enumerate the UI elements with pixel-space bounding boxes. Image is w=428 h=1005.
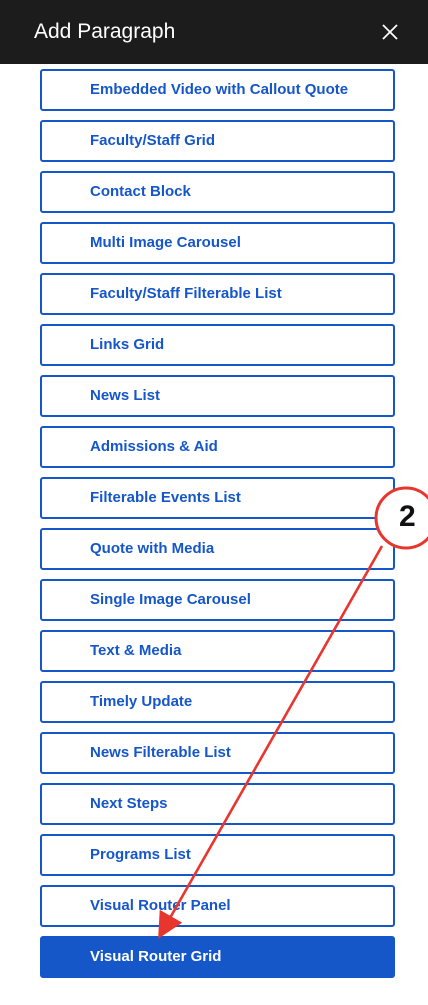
option-label: Faculty/Staff Grid [90, 132, 216, 149]
option-label: Next Steps [90, 795, 168, 812]
option-label: Visual Router Panel [90, 897, 231, 914]
paragraph-option-next-steps[interactable]: Next Steps [40, 783, 395, 825]
option-label: Links Grid [90, 336, 165, 353]
add-paragraph-dialog: Add Paragraph Embedded Video with Callou… [0, 0, 428, 1005]
paragraph-option-links-grid[interactable]: Links Grid [40, 324, 395, 366]
close-icon[interactable] [375, 17, 405, 47]
paragraph-option-visual-router-grid[interactable]: Visual Router Grid [40, 936, 395, 978]
paragraph-option-faculty-staff-filterable-list[interactable]: Faculty/Staff Filterable List [40, 273, 395, 315]
option-label: News Filterable List [90, 744, 231, 761]
paragraph-option-filterable-events-list[interactable]: Filterable Events List [40, 477, 395, 519]
paragraph-option-visual-router-panel[interactable]: Visual Router Panel [40, 885, 395, 927]
option-label: Admissions & Aid [90, 438, 218, 455]
paragraph-option-multi-image-carousel[interactable]: Multi Image Carousel [40, 222, 395, 264]
option-label: Contact Block [90, 183, 191, 200]
step-number: 2 [399, 500, 416, 533]
option-label: Faculty/Staff Filterable List [90, 285, 282, 302]
paragraph-option-news-list[interactable]: News List [40, 375, 395, 417]
option-label: Quote with Media [90, 540, 215, 557]
dialog-title: Add Paragraph [34, 20, 176, 43]
paragraph-option-embedded-video[interactable]: Embedded Video with Callout Quote [40, 69, 395, 111]
option-label: Filterable Events List [90, 489, 241, 506]
option-label: News List [90, 387, 161, 404]
option-label: Visual Router Grid [90, 948, 222, 965]
option-label: Single Image Carousel [90, 591, 251, 608]
option-label: Multi Image Carousel [90, 234, 241, 251]
option-label: Text & Media [90, 642, 182, 659]
paragraph-option-faculty-staff-grid[interactable]: Faculty/Staff Grid [40, 120, 395, 162]
paragraph-option-contact-block[interactable]: Contact Block [40, 171, 395, 213]
paragraph-option-news-filterable-list[interactable]: News Filterable List [40, 732, 395, 774]
option-label: Embedded Video with Callout Quote [90, 81, 349, 98]
option-label: Programs List [90, 846, 191, 863]
paragraph-option-single-image-carousel[interactable]: Single Image Carousel [40, 579, 395, 621]
paragraph-option-quote-with-media[interactable]: Quote with Media [40, 528, 395, 570]
paragraph-option-admissions-aid[interactable]: Admissions & Aid [40, 426, 395, 468]
paragraph-option-timely-update[interactable]: Timely Update [40, 681, 395, 723]
paragraph-option-text-media[interactable]: Text & Media [40, 630, 395, 672]
dialog-header: Add Paragraph [0, 0, 428, 64]
paragraph-option-programs-list[interactable]: Programs List [40, 834, 395, 876]
close-icon-glyph [382, 24, 398, 40]
option-label: Timely Update [90, 693, 193, 710]
